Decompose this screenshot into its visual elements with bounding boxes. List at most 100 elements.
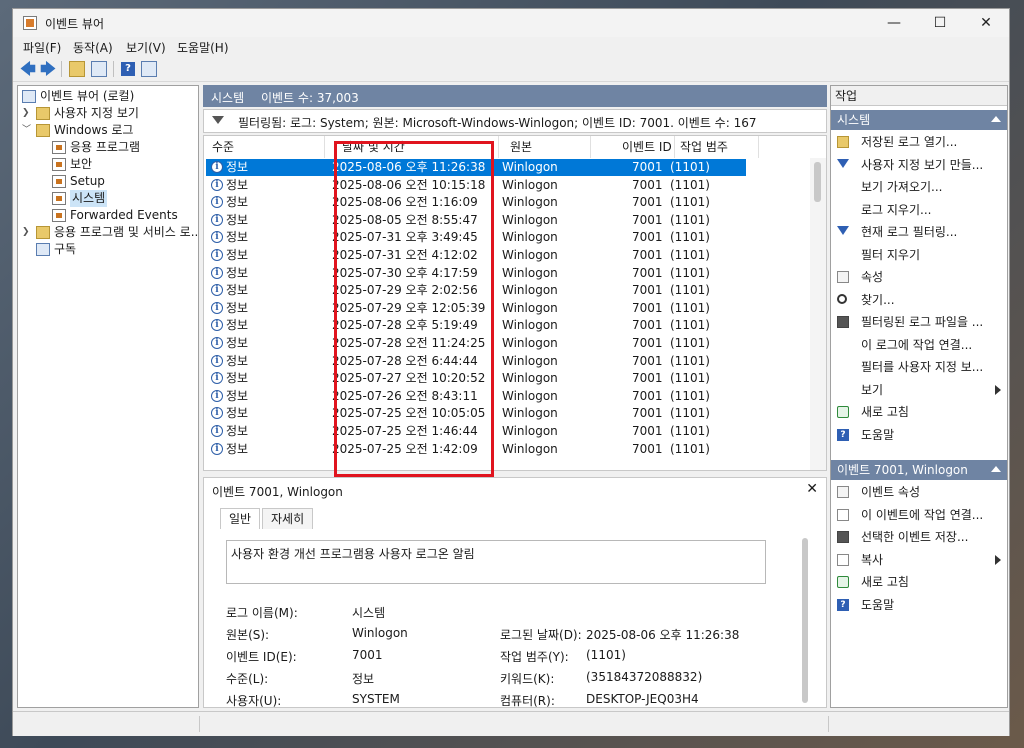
forward-arrow-icon[interactable]: 🡆 (39, 60, 57, 78)
action-label: 보기 가져오기... (861, 180, 943, 194)
menu-view[interactable]: 보기(V) (126, 39, 166, 56)
tab-general[interactable]: 일반 (220, 508, 261, 529)
menu-help[interactable]: 도움말(H) (177, 39, 229, 56)
column-separator[interactable] (758, 136, 759, 158)
minimize-button[interactable]: — (871, 9, 917, 37)
maximize-button[interactable]: ☐ (917, 9, 963, 37)
tab-details[interactable]: 자세히 (262, 508, 314, 529)
table-row[interactable]: i 정보 2025-07-29 오후 12:05:39 Winlogon 7001 (11… (206, 300, 746, 317)
information-icon: i (211, 266, 223, 279)
action-create-custom-view[interactable]: 사용자 지정 보기 만들... (831, 155, 1007, 175)
action-attach-task-to-event[interactable]: 이 이벤트에 작업 연결... (831, 505, 1007, 525)
column-separator[interactable] (324, 136, 325, 158)
tree-item-system[interactable]: 시스템 (18, 190, 198, 207)
cell-level: 정보 (226, 300, 249, 315)
cell-category: (1101) (670, 424, 710, 438)
table-row[interactable]: i 정보 2025-07-30 오후 4:17:59 Winlogon 7001 (110… (206, 265, 746, 282)
column-header-source[interactable]: 원본 (510, 138, 532, 155)
actions-section-event[interactable]: 이벤트 7001, Winlogon (831, 460, 1007, 480)
table-row[interactable]: i 정보 2025-07-28 오전 11:24:25 Winlogon 7001 (11… (206, 335, 746, 352)
column-separator[interactable] (498, 136, 499, 158)
column-separator[interactable] (674, 136, 675, 158)
table-row[interactable]: i 정보 2025-07-31 오후 3:49:45 Winlogon 7001 (110… (206, 229, 746, 246)
action-open-saved-log[interactable]: 저장된 로그 열기... (831, 132, 1007, 152)
tree-item-root[interactable]: 이벤트 뷰어 (로컬) (18, 88, 198, 105)
show-hide-tree-icon[interactable] (91, 61, 107, 77)
cell-level: 정보 (226, 160, 249, 174)
tree-item-application[interactable]: 응용 프로그램 (18, 139, 198, 156)
detail-close-icon[interactable]: ✕ (806, 481, 818, 497)
action-clear-log[interactable]: 로그 지우기... (831, 200, 1007, 220)
action-refresh[interactable]: 새로 고침 (831, 572, 1007, 592)
filter-icon (212, 116, 224, 124)
tree-item-custom-views[interactable]: ❯ 사용자 지정 보기 (18, 105, 198, 122)
cell-level: 정보 (226, 406, 249, 421)
table-row[interactable]: i 정보 2025-08-06 오전 1:16:09 Winlogon 7001 (110… (206, 194, 746, 211)
tree-item-windows-logs[interactable]: ﹀ Windows 로그 (18, 122, 198, 139)
table-scrollbar[interactable] (810, 158, 826, 470)
action-clear-filter[interactable]: 필터 지우기 (831, 245, 1007, 265)
action-event-properties[interactable]: 이벤트 속성 (831, 482, 1007, 502)
tree-item-security[interactable]: 보안 (18, 156, 198, 173)
action-help[interactable]: ? 도움말 (831, 595, 1007, 615)
action-save-filtered-log[interactable]: 필터링된 로그 파일을 ... (831, 312, 1007, 332)
table-row[interactable]: i 정보 2025-07-25 오전 1:42:09 Winlogon 7001 (110… (206, 441, 746, 458)
table-row[interactable]: i 정보 2025-07-31 오전 4:12:02 Winlogon 7001 (110… (206, 247, 746, 264)
action-properties[interactable]: 속성 (831, 267, 1007, 287)
action-label: 선택한 이벤트 저장... (861, 530, 969, 544)
action-save-selected-events[interactable]: 선택한 이벤트 저장... (831, 527, 1007, 547)
action-attach-task[interactable]: 이 로그에 작업 연결... (831, 335, 1007, 355)
help-icon: ? (837, 428, 849, 441)
expand-chevron-icon[interactable]: ❯ (22, 224, 30, 241)
actions-section-system[interactable]: 시스템 (831, 110, 1007, 130)
show-hide-action-pane-icon[interactable] (141, 61, 157, 77)
tree-item-forwarded-events[interactable]: Forwarded Events (18, 207, 198, 224)
column-separator[interactable] (590, 136, 591, 158)
column-header-category[interactable]: 작업 범주 (680, 138, 728, 155)
column-header-level[interactable]: 수준 (212, 138, 234, 155)
table-row[interactable]: i 정보 2025-07-28 오전 6:44:44 Winlogon 7001 (110… (206, 353, 746, 370)
close-button[interactable]: ✕ (963, 9, 1009, 37)
table-row[interactable]: i 정보 2025-08-05 오전 8:55:47 Winlogon 7001 (110… (206, 212, 746, 229)
back-arrow-icon[interactable]: 🡄 (19, 60, 37, 78)
cell-source: Winlogon (502, 441, 558, 456)
action-refresh[interactable]: 새로 고침 (831, 402, 1007, 422)
table-row[interactable]: i 정보 2025-08-06 오전 10:15:18 Winlogon 7001 (11… (206, 177, 746, 194)
detail-scrollbar[interactable] (802, 538, 808, 703)
category-value: (1101) (586, 648, 626, 662)
action-help[interactable]: ? 도움말 (831, 425, 1007, 445)
table-row[interactable]: i 정보 2025-07-28 오후 5:19:49 Winlogon 7001 (110… (206, 317, 746, 334)
menu-file[interactable]: 파일(F) (23, 39, 61, 56)
collapse-caret-icon[interactable] (991, 466, 1001, 472)
help-icon[interactable]: ? (121, 62, 135, 76)
action-filter-current-log[interactable]: 현재 로그 필터링... (831, 222, 1007, 242)
collapse-chevron-icon[interactable]: ﹀ (22, 122, 31, 139)
table-row[interactable]: i 정보 2025-07-25 오전 10:05:05 Winlogon 7001 (11… (206, 405, 746, 422)
tree-item-app-services-logs[interactable]: ❯ 응용 프로그램 및 서비스 로... (18, 224, 198, 241)
collapse-caret-icon[interactable] (991, 116, 1001, 122)
tree-item-subscriptions[interactable]: 구독 (18, 241, 198, 258)
log-name-label: 로그 이름(M): (226, 606, 298, 620)
table-row[interactable]: i 정보 2025-07-26 오전 8:43:11 Winlogon 7001 (110… (206, 388, 746, 405)
table-row[interactable]: i 정보 2025-07-27 오전 10:20:52 Winlogon 7001 (11… (206, 370, 746, 387)
action-label: 새로 고침 (861, 575, 909, 589)
expand-chevron-icon[interactable]: ❯ (22, 105, 30, 122)
props-icon (837, 486, 849, 498)
menu-action[interactable]: 동작(A) (73, 39, 113, 56)
folder-icon (36, 107, 50, 120)
table-row[interactable]: i 정보 2025-07-25 오전 1:46:44 Winlogon 7001 (110… (206, 423, 746, 440)
action-import-view[interactable]: 보기 가져오기... (831, 177, 1007, 197)
scrollbar-thumb[interactable] (814, 162, 821, 202)
information-icon: i (211, 389, 223, 402)
table-row[interactable]: i 정보 2025-07-29 오후 2:02:56 Winlogon 7001 (110… (206, 282, 746, 299)
column-header-event-id[interactable]: 이벤트 ID (622, 138, 672, 155)
tree-item-setup[interactable]: Setup (18, 173, 198, 190)
up-folder-icon[interactable] (69, 61, 85, 77)
action-find[interactable]: 찾기... (831, 290, 1007, 310)
action-copy[interactable]: 복사 (831, 550, 1007, 570)
action-save-filter-custom-view[interactable]: 필터를 사용자 지정 보... (831, 357, 1007, 377)
action-view[interactable]: 보기 (831, 380, 1007, 400)
table-row[interactable]: i 정보 2025-08-06 오후 11:26:38 Winlogon 7001 (11… (206, 159, 746, 176)
column-header-datetime[interactable]: 날짜 및 시간 (342, 138, 405, 155)
event-message-box[interactable]: 사용자 환경 개선 프로그램용 사용자 로그온 알림 (226, 540, 766, 584)
